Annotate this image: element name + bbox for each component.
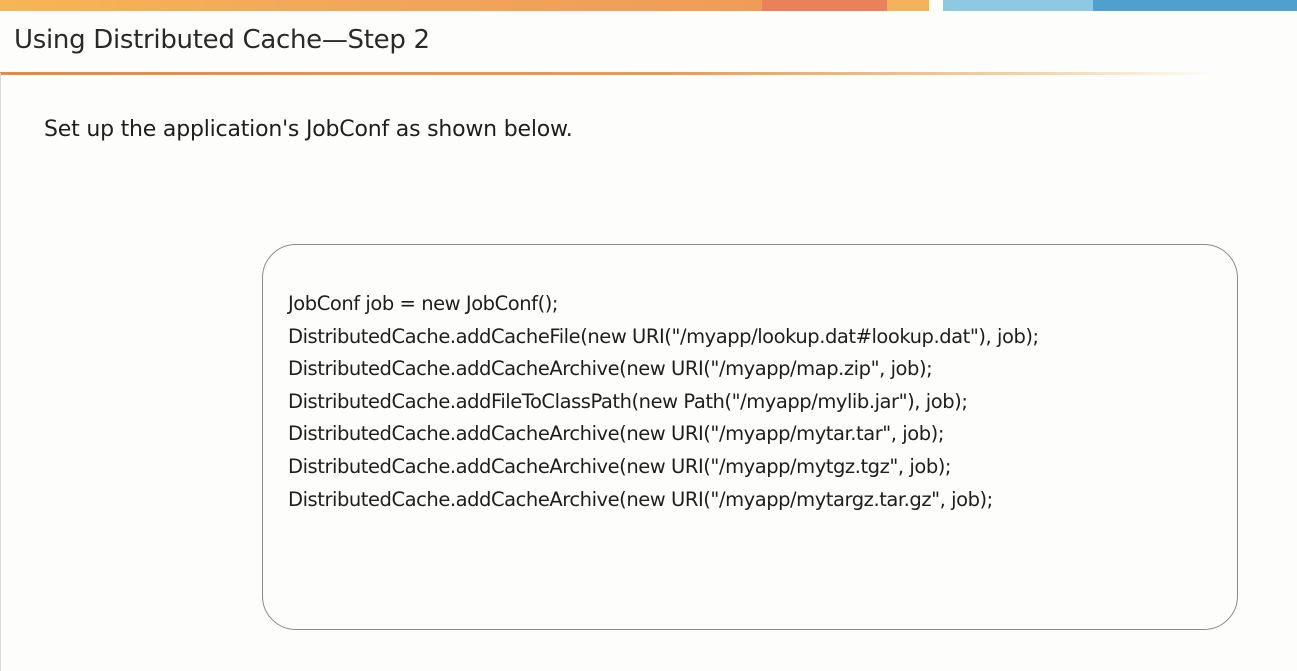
code-line: JobConf job = new JobConf(); xyxy=(288,292,559,315)
slide-left-border xyxy=(0,73,1,671)
code-line: DistributedCache.addCacheFile(new URI("/… xyxy=(288,324,1039,348)
title-area: Using Distributed Cache—Step 2 xyxy=(0,11,1297,73)
color-bar-segment-red-orange xyxy=(762,0,887,11)
code-line: DistributedCache.addCacheArchive(new URI… xyxy=(288,487,993,511)
color-bar-segment-yellow xyxy=(887,0,929,11)
color-bar-segment-orange xyxy=(0,0,762,11)
top-color-bar xyxy=(0,0,1297,11)
code-listing: JobConf job = new JobConf(); Distributed… xyxy=(288,288,1039,516)
color-bar-segment-blue xyxy=(1093,0,1297,11)
color-bar-segment-light-blue xyxy=(943,0,1093,11)
slide: Using Distributed Cache—Step 2 Set up th… xyxy=(0,0,1297,671)
code-line: DistributedCache.addCacheArchive(new URI… xyxy=(288,422,944,446)
code-line: DistributedCache.addCacheArchive(new URI… xyxy=(288,454,952,478)
code-box: JobConf job = new JobConf(); Distributed… xyxy=(262,244,1238,630)
title-underline xyxy=(0,72,1215,75)
color-bar-gap xyxy=(929,0,943,11)
slide-title: Using Distributed Cache—Step 2 xyxy=(14,25,430,55)
code-line: DistributedCache.addFileToClassPath(new … xyxy=(288,389,968,413)
slide-subtitle: Set up the application's JobConf as show… xyxy=(44,117,573,142)
code-line: DistributedCache.addCacheArchive(new URI… xyxy=(288,357,933,381)
